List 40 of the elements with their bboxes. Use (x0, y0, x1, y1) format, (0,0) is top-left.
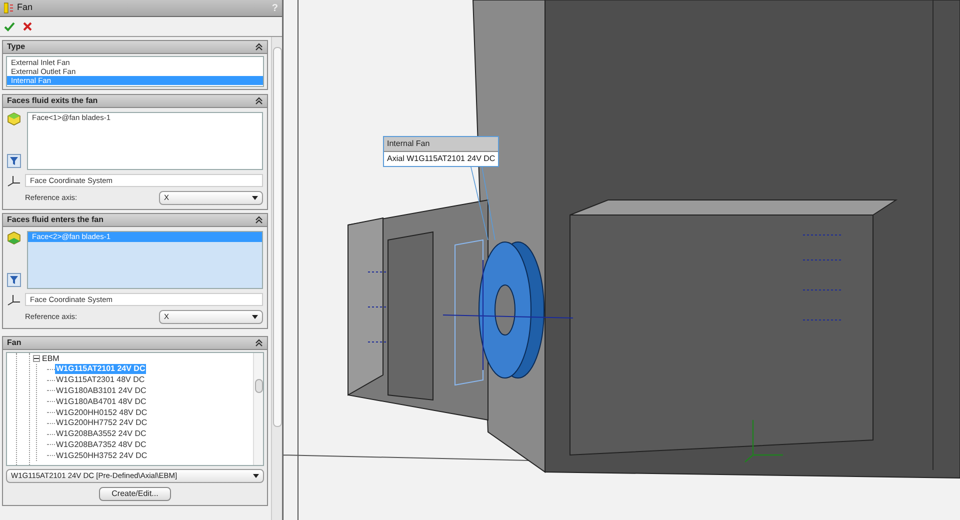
callout-text: Axial W1G115AT2101 24V DC (386, 153, 496, 165)
cancel-x-icon[interactable] (23, 22, 32, 31)
section-header[interactable]: Fan (3, 337, 267, 350)
panel-title: Fan (17, 1, 33, 14)
coordinate-axes-icon (7, 174, 21, 186)
collapse-icon[interactable] (255, 216, 263, 224)
collapse-icon[interactable] (255, 43, 263, 51)
fan-tree[interactable]: EBM W1G115AT2101 24V DC W1G115AT2301 48V DC W1G180AB3101 24V DC W1G180AB4701 48V DC W1G200HH0152 48V DC W1G200HH7752 24V DC W1G208BA3552 24V DC W1G208BA7352 48V DC W1G250HH3752 24V DC (6, 352, 264, 466)
tree-fan-item[interactable]: W1G200HH0152 48V DC (55, 408, 148, 418)
tree-fan-item[interactable]: W1G208BA7352 48V DC (55, 440, 148, 450)
coordinate-axes-icon (7, 294, 21, 306)
dropdown-arrow-icon (252, 315, 258, 319)
dropdown-arrow-icon (252, 196, 258, 200)
dropdown-arrow-icon (253, 474, 259, 478)
tree-fan-item[interactable]: W1G180AB4701 48V DC (55, 396, 148, 407)
face-cube-icon (7, 231, 21, 245)
section-header[interactable]: Type (3, 41, 267, 54)
filter-icon (10, 157, 18, 165)
callout-title: Internal Fan (384, 137, 498, 152)
tree-fan-item[interactable]: W1G200HH7752 24V DC (55, 418, 148, 428)
create-edit-button[interactable]: Create/Edit... (98, 487, 172, 501)
section-header[interactable]: Faces fluid exits the fan (3, 95, 267, 108)
tree-fan-item[interactable]: W1G208BA3552 24V DC (55, 429, 148, 440)
filter-button[interactable] (7, 273, 21, 287)
collapse-icon[interactable] (255, 339, 263, 347)
section-header[interactable]: Faces fluid enters the fan (3, 214, 267, 227)
panel-scrollbar[interactable] (271, 37, 282, 520)
tree-fan-item[interactable]: W1G115AT2301 48V DC (55, 375, 146, 386)
ok-check-icon[interactable] (4, 22, 15, 32)
tree-fan-item[interactable]: W1G180AB3101 24V DC (55, 386, 148, 396)
tree-scrollbar[interactable] (253, 353, 263, 465)
minus-icon (34, 356, 39, 361)
tree-folder-item[interactable]: EBM (42, 352, 60, 364)
face-cube-icon (7, 112, 21, 126)
collapse-icon[interactable] (255, 97, 263, 105)
filter-button[interactable] (7, 154, 21, 168)
tree-fan-item[interactable]: W1G250HH3752 24V DC (55, 450, 148, 461)
fan-feature-icon (4, 2, 14, 14)
expand-toggle[interactable] (33, 355, 40, 362)
filter-icon (10, 276, 18, 284)
